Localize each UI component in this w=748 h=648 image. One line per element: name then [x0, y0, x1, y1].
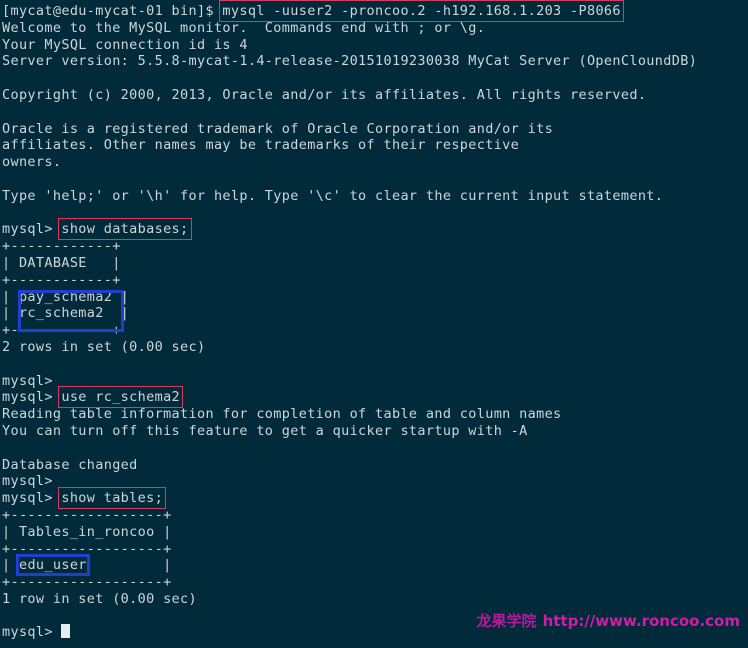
db-table-separator-bottom: +------------+ — [2, 322, 121, 339]
use-database-command-highlight: use rc_schema2 — [58, 386, 183, 408]
terminal-line-banner-2: Server version: 5.5.8-mycat-1.4-release-… — [2, 53, 698, 70]
tables-result: 1 row in set (0.00 sec) — [2, 590, 197, 607]
show-databases-command-highlight: show databases; — [58, 218, 192, 240]
mysql-prompt: mysql> — [2, 221, 62, 238]
terminal-line-trademark-0: Oracle is a registered trademark of Orac… — [2, 120, 554, 137]
tables-header: | Tables_in_roncoo | — [2, 523, 172, 540]
terminal-line-copyright: Copyright (c) 2000, 2013, Oracle and/or … — [2, 86, 647, 103]
terminal-line-help-hint: Type 'help;' or '\h' for help. Type '\c'… — [2, 187, 664, 204]
connect-command-highlight: mysql -uuser2 -proncoo.2 -h192.168.1.203… — [219, 0, 625, 22]
watermark-url: http://www.roncoo.com — [542, 612, 740, 631]
terminal-line-empty-prompt-1: mysql> — [2, 372, 62, 389]
terminal-line-banner-0: Welcome to the MySQL monitor. Commands e… — [2, 19, 486, 36]
use-output-1: You can turn off this feature to get a q… — [2, 422, 528, 439]
use-status: Database changed — [2, 456, 138, 473]
terminal-line-show-tables-cmd: mysql> show tables; — [2, 487, 746, 509]
table-row-pipe-right: | — [86, 557, 172, 574]
table-row-pipe-left: | — [2, 557, 19, 574]
text-cursor — [61, 624, 71, 639]
edu-user-highlight: edu_user — [15, 554, 90, 576]
shell-prompt: [mycat@edu-mycat-01 bin]$ — [2, 3, 223, 19]
mysql-prompt: mysql> — [2, 490, 62, 507]
terminal-line-use-cmd: mysql> use rc_schema2 — [2, 386, 746, 408]
watermark: 龙果学院 http://www.roncoo.com — [477, 613, 740, 630]
terminal-line-trademark-1: affiliates. Other names may be trademark… — [2, 137, 520, 154]
tables-separator-bottom: +------------------+ — [2, 574, 172, 591]
db-table-result: 2 rows in set (0.00 sec) — [2, 338, 206, 355]
mysql-prompt: mysql> — [2, 389, 62, 406]
mysql-prompt: mysql> — [2, 624, 62, 641]
db-table-separator-mid: +------------+ — [2, 271, 121, 288]
terminal-line-show-databases-cmd: mysql> show databases; — [2, 218, 746, 240]
tables-separator-top: +------------------+ — [2, 506, 172, 523]
db-table-row-0: | pay_schema2 | — [2, 288, 130, 305]
terminal-line-banner-1: Your MySQL connection id is 4 — [2, 36, 248, 53]
terminal-line-empty-prompt-2: mysql> — [2, 473, 62, 490]
tables-separator-mid: +------------------+ — [2, 540, 172, 557]
terminal-line-connect: [mycat@edu-mycat-01 bin]$ mysql -uuser2 … — [2, 0, 746, 22]
terminal-line-trademark-2: owners. — [2, 154, 62, 171]
db-table-row-1: | rc_schema2 | — [2, 305, 130, 322]
db-table-header: | DATABASE | — [2, 254, 121, 271]
tables-row-0: | edu_user | — [2, 554, 746, 576]
show-tables-command-highlight: show tables; — [58, 487, 166, 509]
watermark-brand: 龙果学院 — [476, 612, 537, 631]
db-table-separator-top: +------------+ — [2, 238, 121, 255]
terminal-window: [mycat@edu-mycat-01 bin]$ mysql -uuser2 … — [0, 0, 748, 648]
use-output-0: Reading table information for completion… — [2, 406, 562, 423]
terminal-screen: [mycat@edu-mycat-01 bin]$ mysql -uuser2 … — [2, 0, 746, 641]
